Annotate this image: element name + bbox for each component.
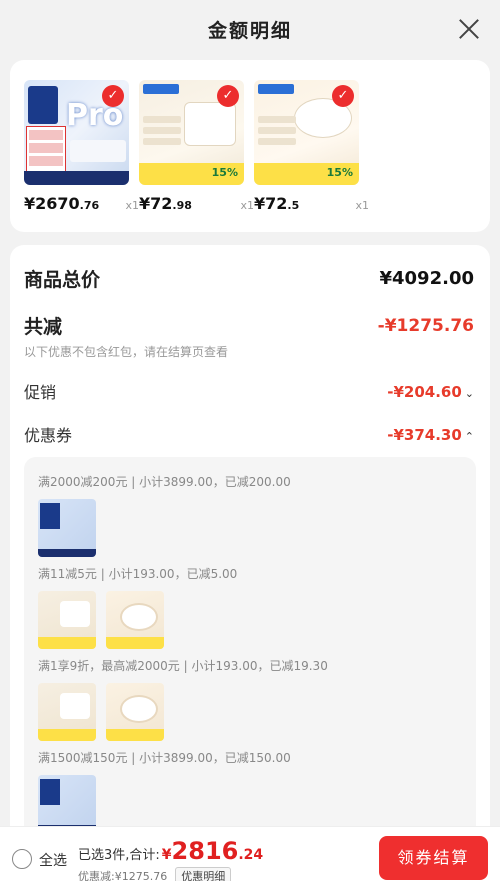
coupon-label: 优惠券 [24,426,73,445]
coupon-rule: 满2000减200元 | 小计3899.00，已减200.00 [38,475,291,489]
total-amount: 2816 [171,837,239,865]
discount-line: 优惠减:¥1275.76 优惠明细 [78,867,232,881]
selected-check-icon: ✓ [217,85,239,107]
total-value: ¥4092.00 [379,268,474,289]
product-item[interactable]: ✓ ¥72.5 x1 [254,80,369,213]
product-item[interactable]: ✓ ¥72.98 x1 [139,80,254,213]
total-label: 商品总价 [24,269,101,291]
product-thumb-air-conditioner [38,775,96,833]
selected-check-icon: ✓ [102,85,124,107]
product-price: ¥2670.76 x1 [24,194,139,213]
checkout-button[interactable]: 领券结算 [379,836,488,880]
coupon-row[interactable]: 优惠券 -¥374.30 ⌃ [24,422,474,446]
product-thumb-steamer [38,591,96,649]
product-thumb-air-conditioner [38,499,96,557]
chevron-down-icon: ⌄ [464,386,474,400]
coupon-rule: 满1享9折，最高减2000元 | 小计193.00，已减19.30 [38,659,328,673]
reduce-row: 共减 -¥1275.76 [24,312,474,339]
reduce-value: -¥1275.76 [377,315,474,336]
product-qty: x1 [355,199,369,212]
promo-row[interactable]: 促销 -¥204.60 ⌄ [24,379,474,403]
product-image-steamer: ✓ [139,80,244,185]
product-qty: x1 [240,199,254,212]
page-title: 金额明细 [207,20,292,42]
product-thumb-hotpot [106,591,164,649]
product-image-air-conditioner: Pro ✓ [24,80,129,185]
promo-value: -¥204.60 [387,382,462,401]
discount-detail-button[interactable]: 优惠明细 [175,867,232,881]
promo-label: 促销 [24,383,57,402]
total-row: 商品总价 ¥4092.00 [24,265,474,292]
selected-check-icon: ✓ [332,85,354,107]
product-thumb-steamer [38,683,96,741]
amount-detail-card: 商品总价 ¥4092.00 共减 -¥1275.76 以下优惠不包含红包，请在结… [10,245,490,881]
product-price: ¥72.5 x1 [254,194,369,213]
coupon-breakdown: 满2000减200元 | 小计3899.00，已减200.00 满11减5元 |… [24,457,476,877]
reduce-label: 共减 [24,316,63,338]
select-all-label[interactable]: 全选 [39,850,67,870]
header: 金额明细 [0,0,500,60]
reduce-note: 以下优惠不包含红包，请在结算页查看 [24,345,229,359]
product-price: ¥72.98 x1 [139,194,254,213]
product-thumb-hotpot [106,683,164,741]
discount-text: 优惠减:¥1275.76 [78,870,168,881]
coupon-rule: 满11减5元 | 小计193.00，已减5.00 [38,567,238,581]
close-icon[interactable] [456,16,482,42]
summary-text: 已选3件,合计: [78,848,160,863]
product-item[interactable]: Pro ✓ ¥2670.76 x1 [24,80,139,213]
order-summary: 已选3件,合计: ¥ 2816 .24 [78,837,264,865]
chevron-up-icon: ⌃ [464,429,474,443]
coupon-rule: 满1500减150元 | 小计3899.00，已减150.00 [38,751,291,765]
checkout-bar: 全选 已选3件,合计: ¥ 2816 .24 优惠减:¥1275.76 优惠明细… [0,826,500,881]
select-all-radio[interactable] [12,849,32,869]
product-image-hotpot: ✓ [254,80,359,185]
coupon-value: -¥374.30 [387,425,462,444]
products-card: Pro ✓ ¥2670.76 x1 ✓ ¥72.98 x1 [10,60,490,232]
product-qty: x1 [125,199,139,212]
